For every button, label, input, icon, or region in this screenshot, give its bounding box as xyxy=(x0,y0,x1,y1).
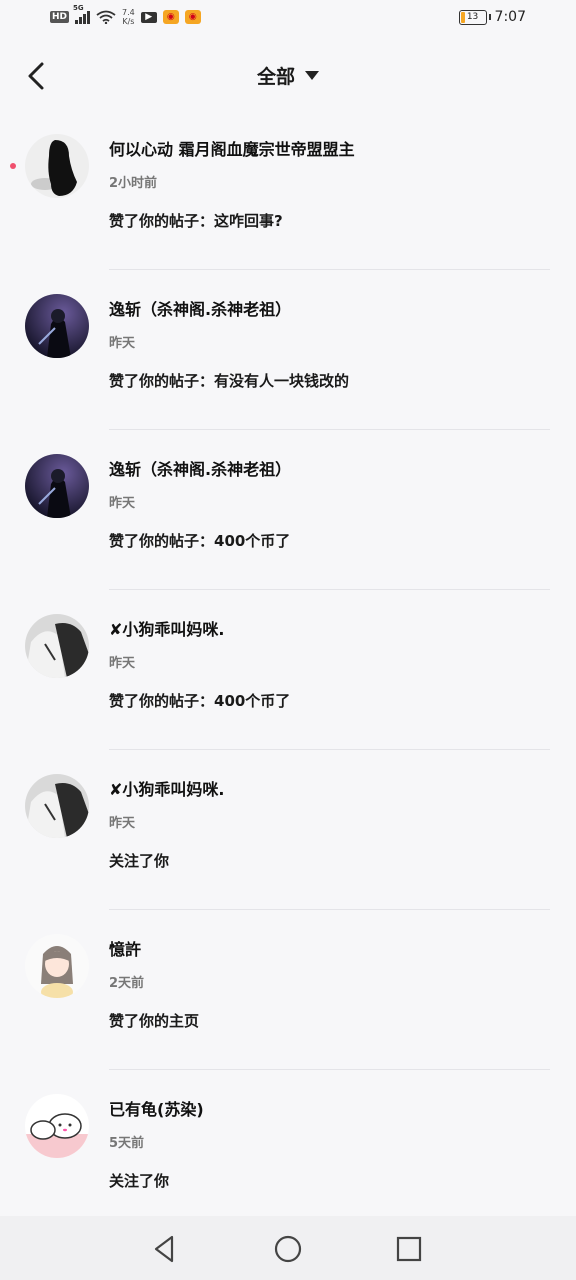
action-text[interactable]: 赞了你的帖子：这咋回事? xyxy=(109,210,283,231)
avatar[interactable] xyxy=(25,1094,89,1158)
nav-home-icon[interactable] xyxy=(271,1232,305,1266)
net-speed-unit: K/s xyxy=(122,17,135,26)
net-speed-value: 7.4 xyxy=(122,8,135,17)
avatar[interactable] xyxy=(25,294,89,358)
list-item[interactable]: ✘小狗乖叫妈咪. 昨天 关注了你 xyxy=(0,750,576,910)
page-title: 全部 xyxy=(256,66,295,88)
time-label: 昨天 xyxy=(109,656,136,671)
weibo-icon: ◉ xyxy=(184,10,201,24)
action-text[interactable]: 关注了你 xyxy=(109,1170,169,1191)
user-name[interactable]: 憶許 xyxy=(109,936,141,960)
user-name[interactable]: ✘小狗乖叫妈咪. xyxy=(109,616,225,640)
list-item[interactable]: 已有龟(苏染) 5天前 关注了你 xyxy=(0,1070,576,1230)
action-text[interactable]: 赞了你的帖子：400个币了 xyxy=(109,690,290,711)
time-label: 2天前 xyxy=(109,976,145,991)
list-item[interactable]: 逸斩（杀神阁.杀神老祖） 昨天 赞了你的帖子：400个币了 xyxy=(0,430,576,590)
network-type: 5G xyxy=(73,4,84,12)
user-name[interactable]: 逸斩（杀神阁.杀神老祖） xyxy=(109,456,291,480)
list-item[interactable]: ✘小狗乖叫妈咪. 昨天 赞了你的帖子：400个币了 xyxy=(0,590,576,750)
system-nav-bar xyxy=(0,1216,576,1280)
signal-icon: 5G xyxy=(73,4,91,24)
hd-indicator: HD xyxy=(50,11,70,23)
avatar[interactable] xyxy=(25,134,89,198)
user-name[interactable]: ✘小狗乖叫妈咪. xyxy=(109,776,225,800)
user-name[interactable]: 何以心动 霜月阁血魔宗世帝盟盟主 xyxy=(109,136,355,160)
weibo-icon: ◉ xyxy=(162,10,179,24)
time-label: 昨天 xyxy=(109,496,136,511)
avatar[interactable] xyxy=(25,454,89,518)
nav-back-icon[interactable] xyxy=(148,1232,182,1266)
avatar[interactable] xyxy=(25,774,89,838)
nav-recents-icon[interactable] xyxy=(392,1232,426,1266)
list-item[interactable]: 何以心动 霜月阁血魔宗世帝盟盟主 2小时前 赞了你的帖子：这咋回事? xyxy=(0,110,576,270)
status-left: HD 5G 7.4 K/s ▶ ◉ ◉ xyxy=(50,4,201,26)
header: 全部 xyxy=(0,52,576,102)
avatar[interactable] xyxy=(25,614,89,678)
caret-down-icon xyxy=(305,71,319,80)
avatar[interactable] xyxy=(25,934,89,998)
clock: 7:07 xyxy=(494,9,526,25)
notification-list: 何以心动 霜月阁血魔宗世帝盟盟主 2小时前 赞了你的帖子：这咋回事? 逸斩（杀神… xyxy=(0,110,576,1230)
user-name[interactable]: 已有龟(苏染) xyxy=(109,1096,204,1120)
time-label: 昨天 xyxy=(109,816,136,831)
list-item[interactable]: 逸斩（杀神阁.杀神老祖） 昨天 赞了你的帖子：有没有人一块钱改的 xyxy=(0,270,576,430)
status-right: 13 7:07 xyxy=(458,9,526,25)
battery-icon: 13 xyxy=(458,9,491,25)
action-text[interactable]: 关注了你 xyxy=(109,850,169,871)
time-label: 5天前 xyxy=(109,1136,145,1151)
status-bar: HD 5G 7.4 K/s ▶ ◉ ◉ 13 7:07 xyxy=(0,0,576,40)
net-speed: 7.4 K/s xyxy=(122,8,135,26)
unread-dot xyxy=(10,163,16,169)
list-item[interactable]: 憶許 2天前 赞了你的主页 xyxy=(0,910,576,1070)
time-label: 2小时前 xyxy=(109,176,158,191)
action-text[interactable]: 赞了你的主页 xyxy=(109,1010,199,1031)
user-name[interactable]: 逸斩（杀神阁.杀神老祖） xyxy=(109,296,291,320)
video-camera-icon: ▶ xyxy=(140,11,157,23)
battery-level: 13 xyxy=(466,11,479,22)
wifi-icon xyxy=(96,10,116,24)
action-text[interactable]: 赞了你的帖子：有没有人一块钱改的 xyxy=(109,370,349,391)
time-label: 昨天 xyxy=(109,336,136,351)
action-text[interactable]: 赞了你的帖子：400个币了 xyxy=(109,530,290,551)
filter-dropdown[interactable]: 全部 xyxy=(0,62,576,89)
